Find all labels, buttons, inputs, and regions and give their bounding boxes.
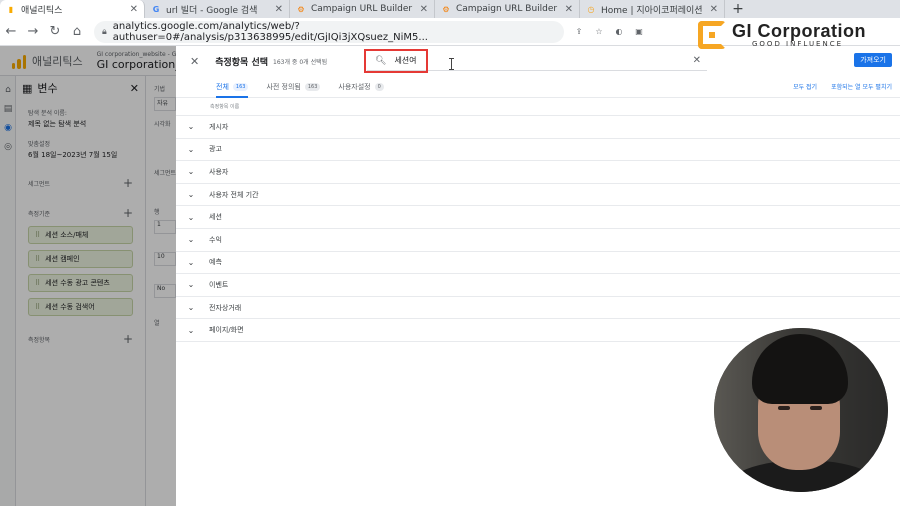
import-button[interactable]: 가져오기 [854, 53, 892, 67]
extension-icon[interactable]: ▣ [632, 25, 646, 39]
category-row[interactable]: ⌄ 사용자 전체 기간 [176, 184, 900, 207]
category-name: 예측 [209, 258, 222, 267]
category-list: ⌄ 게시자 ⌄ 광고 ⌄ 사용자 ⌄ 사용자 전체 기간 ⌄ 세션 ⌄ 수익 ⌄ 예측 ⌄ 이벤… [176, 116, 900, 342]
presenter-eye [778, 406, 790, 410]
google-icon: G [152, 4, 160, 14]
category-name: 전자상거래 [209, 303, 242, 312]
presenter-eye [810, 406, 822, 410]
selected-count: 163개 중 0개 선택됨 [273, 58, 328, 66]
tab-label: url 빌더 - Google 검색 [166, 5, 258, 16]
tab-badge: 163 [232, 82, 249, 91]
logo-name: GI Corporation [732, 20, 866, 41]
category-row[interactable]: ⌄ 세션 [176, 206, 900, 229]
tab-campaign-builder-1[interactable]: ⚙ Campaign URL Builder ✕ [290, 0, 435, 18]
chevron-down-icon[interactable]: ⌄ [186, 122, 196, 131]
chevron-down-icon[interactable]: ⌄ [186, 145, 196, 154]
home-icon: ◷ [587, 4, 595, 14]
chevron-down-icon[interactable]: ⌄ [186, 167, 196, 176]
category-name: 게시자 [209, 122, 229, 131]
tab-predefined[interactable]: 사전 정의됨 163 [266, 76, 321, 98]
tab-campaign-builder-2[interactable]: ⚙ Campaign URL Builder ✕ [435, 0, 580, 18]
gi-corporation-logo: GI Corporation GOOD INFLUENCE [698, 18, 866, 52]
new-tab-button[interactable]: + [725, 0, 751, 18]
back-icon[interactable]: ← [0, 21, 22, 43]
close-icon[interactable]: ✕ [190, 55, 199, 68]
logo-tagline: GOOD INFLUENCE [752, 39, 844, 48]
chevron-down-icon[interactable]: ⌄ [186, 190, 196, 199]
category-name: 사용자 [209, 167, 229, 176]
close-icon[interactable]: ✕ [565, 4, 573, 15]
dialog-tabs: 전체 163 사전 정의됨 163 사용자설정 0 [176, 76, 900, 98]
tab-label: 전체 [216, 82, 229, 91]
close-icon[interactable]: ✕ [710, 4, 718, 15]
campaign-icon: ⚙ [297, 4, 305, 14]
browser-tab-bar: ▮ 애널리틱스 ✕ G url 빌더 - Google 검색 ✕ ⚙ Campa… [0, 0, 900, 18]
tab-label: 애널리틱스 [21, 5, 63, 16]
forward-icon[interactable]: → [22, 21, 44, 43]
share-icon[interactable]: ⇪ [572, 25, 586, 39]
tab-custom[interactable]: 사용자설정 0 [338, 76, 384, 98]
reload-icon[interactable]: ↻ [44, 21, 66, 43]
incognito-icon[interactable]: ◐ [612, 25, 626, 39]
tab-label: 사전 정의됨 [266, 82, 301, 91]
chevron-down-icon[interactable]: ⌄ [186, 235, 196, 244]
gi-logo-mark-icon [698, 21, 726, 49]
close-icon[interactable]: ✕ [130, 4, 138, 15]
url-text: analytics.google.com/analytics/web/?auth… [112, 20, 428, 43]
gi-logo-text: GI Corporation GOOD INFLUENCE [732, 22, 866, 49]
category-name: 광고 [209, 145, 222, 154]
url-field[interactable]: 🔒︎ analytics.google.com/analytics/web/?a… [94, 20, 564, 43]
tab-label: Home | 지아이코퍼레이션 [601, 5, 703, 16]
chevron-down-icon[interactable]: ⌄ [186, 258, 196, 267]
category-row[interactable]: ⌄ 광고 [176, 139, 900, 162]
analytics-icon: ▮ [8, 4, 14, 14]
tab-label: Campaign URL Builder [311, 4, 413, 14]
tab-analytics[interactable]: ▮ 애널리틱스 ✕ [0, 0, 145, 18]
dialog-title: 측정항목 선택 [215, 57, 269, 68]
category-row[interactable]: ⌄ 예측 [176, 252, 900, 275]
collapse-all-link[interactable]: 모두 접기 [793, 82, 817, 91]
category-row[interactable]: ⌄ 전자상거래 [176, 297, 900, 320]
presenter-webcam [712, 326, 890, 494]
campaign-icon: ⚙ [442, 4, 450, 14]
search-highlight-box [364, 49, 428, 73]
text-cursor-icon [449, 58, 454, 70]
category-row[interactable]: ⌄ 게시자 [176, 116, 900, 139]
tab-badge: 0 [374, 82, 384, 91]
category-name: 이벤트 [209, 280, 229, 289]
tab-home[interactable]: ◷ Home | 지아이코퍼레이션 ✕ [580, 0, 725, 18]
chevron-down-icon[interactable]: ⌄ [186, 213, 196, 222]
chevron-down-icon[interactable]: ⌄ [186, 280, 196, 289]
category-name: 페이지/화면 [209, 326, 244, 335]
expand-collapse-links: 모두 접기 포함되는 열 모두 펼치기 [793, 82, 892, 91]
expand-included-link[interactable]: 포함되는 열 모두 펼치기 [831, 82, 892, 91]
category-row[interactable]: ⌄ 수익 [176, 229, 900, 252]
home-button-icon[interactable]: ⌂ [66, 21, 88, 43]
lock-icon: 🔒︎ [102, 26, 107, 37]
bookmark-star-icon[interactable]: ☆ [592, 25, 606, 39]
close-icon[interactable]: ✕ [420, 4, 428, 15]
chevron-down-icon[interactable]: ⌄ [186, 303, 196, 312]
category-row[interactable]: ⌄ 사용자 [176, 161, 900, 184]
category-row[interactable]: ⌄ 이벤트 [176, 274, 900, 297]
tab-label: Campaign URL Builder [456, 4, 558, 14]
category-name: 세션 [209, 213, 222, 222]
metric-name-column-header: 측정항목 이름 [176, 98, 900, 116]
tab-google-search[interactable]: G url 빌더 - Google 검색 ✕ [145, 0, 290, 18]
category-name: 수익 [209, 235, 222, 244]
tab-label: 사용자설정 [338, 82, 371, 91]
chevron-down-icon[interactable]: ⌄ [186, 326, 196, 335]
extension-icons: ⇪ ☆ ◐ ▣ [572, 25, 646, 39]
tab-badge: 163 [304, 82, 321, 91]
close-icon[interactable]: ✕ [275, 4, 283, 15]
clear-search-icon[interactable]: ✕ [693, 55, 701, 66]
tab-all[interactable]: 전체 163 [216, 76, 249, 98]
category-name: 사용자 전체 기간 [209, 190, 259, 199]
